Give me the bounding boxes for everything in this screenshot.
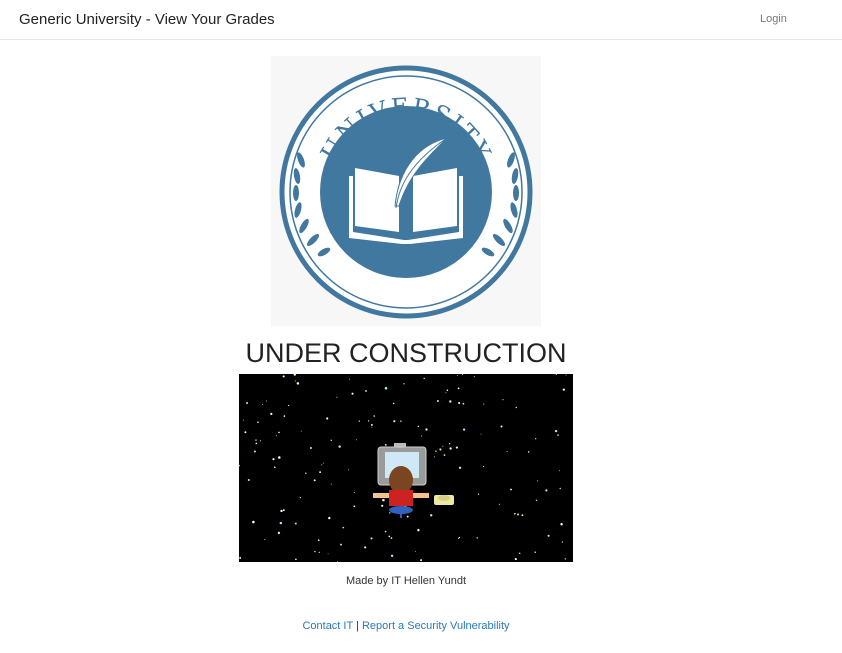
university-seal-icon: UNIVERSITY LOREM IPSUM: [279, 65, 533, 319]
computer-user-icon: [239, 374, 573, 562]
under-construction-image: [239, 374, 573, 562]
footer-separator: |: [356, 620, 359, 632]
login-link[interactable]: Login: [760, 13, 787, 25]
page-heading: UNDER CONSTRUCTION: [245, 338, 567, 368]
report-vulnerability-link[interactable]: Report a Security Vulnerability: [362, 620, 510, 632]
footer: Contact IT | Report a Security Vulnerabi…: [0, 620, 812, 632]
navbar-brand[interactable]: Generic University - View Your Grades: [19, 11, 275, 28]
contact-it-link[interactable]: Contact IT: [302, 620, 353, 632]
made-by-text: Made by IT Hellen Yundt: [345, 575, 467, 587]
navbar: Generic University - View Your Grades Lo…: [0, 0, 842, 40]
university-logo: UNIVERSITY LOREM IPSUM: [271, 56, 541, 326]
